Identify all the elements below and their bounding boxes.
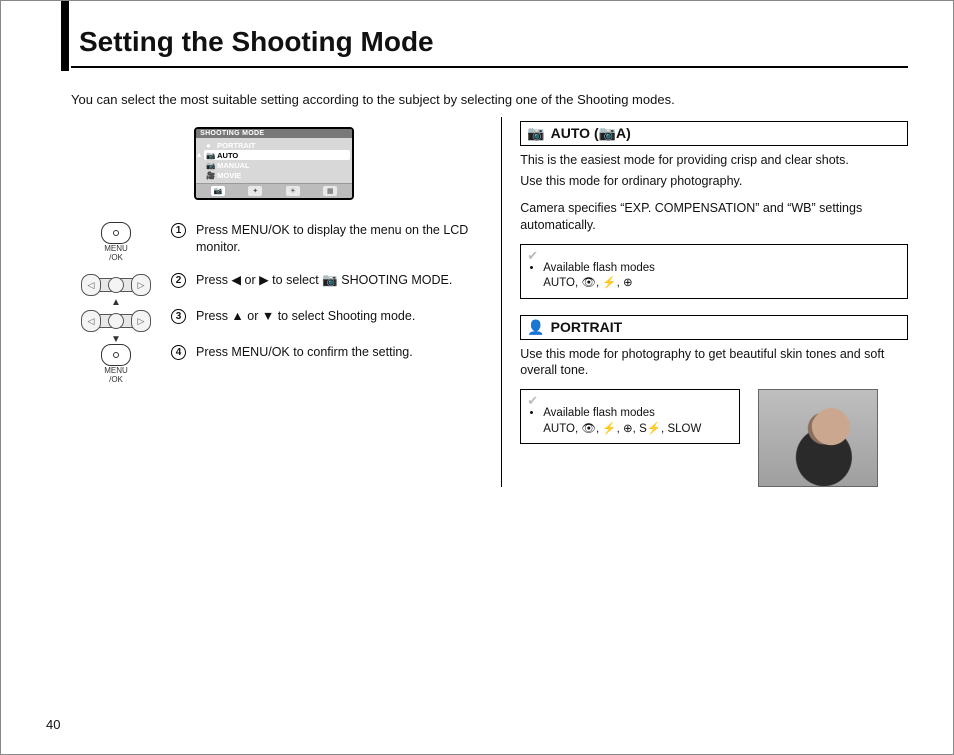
title-block: Setting the Shooting Mode xyxy=(71,26,908,78)
right-column: 📷 AUTO (📷A) This is the easiest mode for… xyxy=(501,117,908,487)
auto-heading-label: AUTO (📷A) xyxy=(551,125,631,142)
step-text: Press ◀ or ▶ to select 📷 SHOOTING MODE. xyxy=(196,272,477,289)
manual-page: Setting the Shooting Mode You can select… xyxy=(0,0,954,755)
lcd-tab-row: 📷 ✦ ☀ ▦ xyxy=(196,183,352,198)
title-underline xyxy=(71,66,908,68)
lcd-menu-list: ▴ ● PORTRAIT 📷 AUTO 📷 MANUAL 🎥 xyxy=(196,138,352,183)
portrait-row: ✔ Available flash modes AUTO, 👁, ⚡, ⊕, S… xyxy=(520,389,908,487)
page-number: 40 xyxy=(46,717,60,732)
movie-icon: 🎥 xyxy=(206,171,214,180)
camera-icon: 📷 xyxy=(206,151,214,160)
check-icon: ✔ xyxy=(527,392,538,410)
portrait-icon: 👤 xyxy=(527,319,544,336)
lcd-tab-camera-icon: 📷 xyxy=(211,186,225,196)
dpad-right-icon: ▷ xyxy=(131,274,151,296)
auto-note-modes: AUTO, 👁, ⚡, ⊕ xyxy=(543,277,632,289)
portrait-mode-icon: ● xyxy=(206,141,214,150)
lcd-tab-setup-icon: ✦ xyxy=(248,186,262,196)
lcd-item-auto: 📷 AUTO xyxy=(204,150,350,160)
lcd-header: SHOOTING MODE xyxy=(196,129,352,138)
step-3: ▲ ◁ ▷ ▼ 3 Press ▲ or ▼ to select Shootin… xyxy=(71,308,477,334)
lcd-tab-brightness-icon: ☀ xyxy=(286,186,300,196)
auto-note-box: ✔ Available flash modes AUTO, 👁, ⚡, ⊕ xyxy=(520,244,908,299)
auto-desc-2: Use this mode for ordinary photography. xyxy=(520,173,908,190)
step-1: MENU /OK 1 Press MENU/OK to display the … xyxy=(71,222,477,262)
step-2: ◁ ▷ 2 Press ◀ or ▶ to select 📷 SHOOTING … xyxy=(71,272,477,298)
dpad-up-icon: ▲ xyxy=(111,296,121,310)
lcd-item-label: MOVIE xyxy=(217,171,241,180)
lcd-item-manual: 📷 MANUAL xyxy=(206,160,348,170)
portrait-note-modes: AUTO, 👁, ⚡, ⊕, S⚡, SLOW xyxy=(543,423,701,435)
camera-icon: 📷 xyxy=(527,125,544,142)
portrait-note-box: ✔ Available flash modes AUTO, 👁, ⚡, ⊕, S… xyxy=(520,389,740,444)
auto-note-title: Available flash modes xyxy=(543,262,655,274)
menu-ok-button-icon: MENU /OK xyxy=(71,344,161,384)
dpad-left-icon: ◁ xyxy=(81,274,101,296)
page-title: Setting the Shooting Mode xyxy=(71,26,908,58)
step-number: 1 xyxy=(171,223,186,238)
content-columns: SHOOTING MODE ▴ ● PORTRAIT 📷 AUTO 📷 MANU… xyxy=(71,117,908,487)
portrait-mode-heading: 👤 PORTRAIT xyxy=(520,315,908,340)
dpad-up-down-icon: ▲ ◁ ▷ ▼ xyxy=(71,308,161,334)
step-number: 3 xyxy=(171,309,186,324)
menu-ok-button-icon: MENU /OK xyxy=(71,222,161,262)
auto-desc-1: This is the easiest mode for providing c… xyxy=(520,152,908,169)
step-number: 4 xyxy=(171,345,186,360)
portrait-desc: Use this mode for photography to get bea… xyxy=(520,346,908,380)
step-number: 2 xyxy=(171,273,186,288)
lcd-item-portrait: ● PORTRAIT xyxy=(206,140,348,150)
lcd-screenshot: SHOOTING MODE ▴ ● PORTRAIT 📷 AUTO 📷 MANU… xyxy=(194,127,354,200)
lcd-tab-menu-icon: ▦ xyxy=(323,186,337,196)
auto-note-item: Available flash modes AUTO, 👁, ⚡, ⊕ xyxy=(543,261,899,292)
title-accent-bar xyxy=(61,1,69,71)
auto-mode-heading: 📷 AUTO (📷A) xyxy=(520,121,908,146)
camera-icon: 📷 xyxy=(206,161,214,170)
check-icon: ✔ xyxy=(527,247,538,265)
step-4: MENU /OK 4 Press MENU/OK to confirm the … xyxy=(71,344,477,384)
portrait-note-item: Available flash modes AUTO, 👁, ⚡, ⊕, S⚡,… xyxy=(543,406,731,437)
dpad-left-right-icon: ◁ ▷ xyxy=(71,272,161,298)
auto-desc-3: Camera specifies “EXP. COMPENSATION” and… xyxy=(520,200,908,234)
lcd-up-arrow-icon: ▴ xyxy=(197,150,201,159)
lcd-item-label: MANUAL xyxy=(217,161,250,170)
lcd-item-label: PORTRAIT xyxy=(217,141,255,150)
lcd-item-label: AUTO xyxy=(217,151,238,160)
menu-label: MENU xyxy=(104,245,128,253)
step-text: Press MENU/OK to display the menu on the… xyxy=(196,222,477,256)
portrait-heading-label: PORTRAIT xyxy=(551,319,623,335)
step-text: Press MENU/OK to confirm the setting. xyxy=(196,344,477,361)
intro-text: You can select the most suitable setting… xyxy=(71,92,908,107)
portrait-sample-photo xyxy=(758,389,878,487)
ok-label: /OK xyxy=(109,254,123,262)
portrait-note-title: Available flash modes xyxy=(543,407,655,419)
left-column: SHOOTING MODE ▴ ● PORTRAIT 📷 AUTO 📷 MANU… xyxy=(71,117,477,487)
lcd-item-movie: 🎥 MOVIE xyxy=(206,170,348,180)
steps-list: MENU /OK 1 Press MENU/OK to display the … xyxy=(71,222,477,384)
step-text: Press ▲ or ▼ to select Shooting mode. xyxy=(196,308,477,325)
